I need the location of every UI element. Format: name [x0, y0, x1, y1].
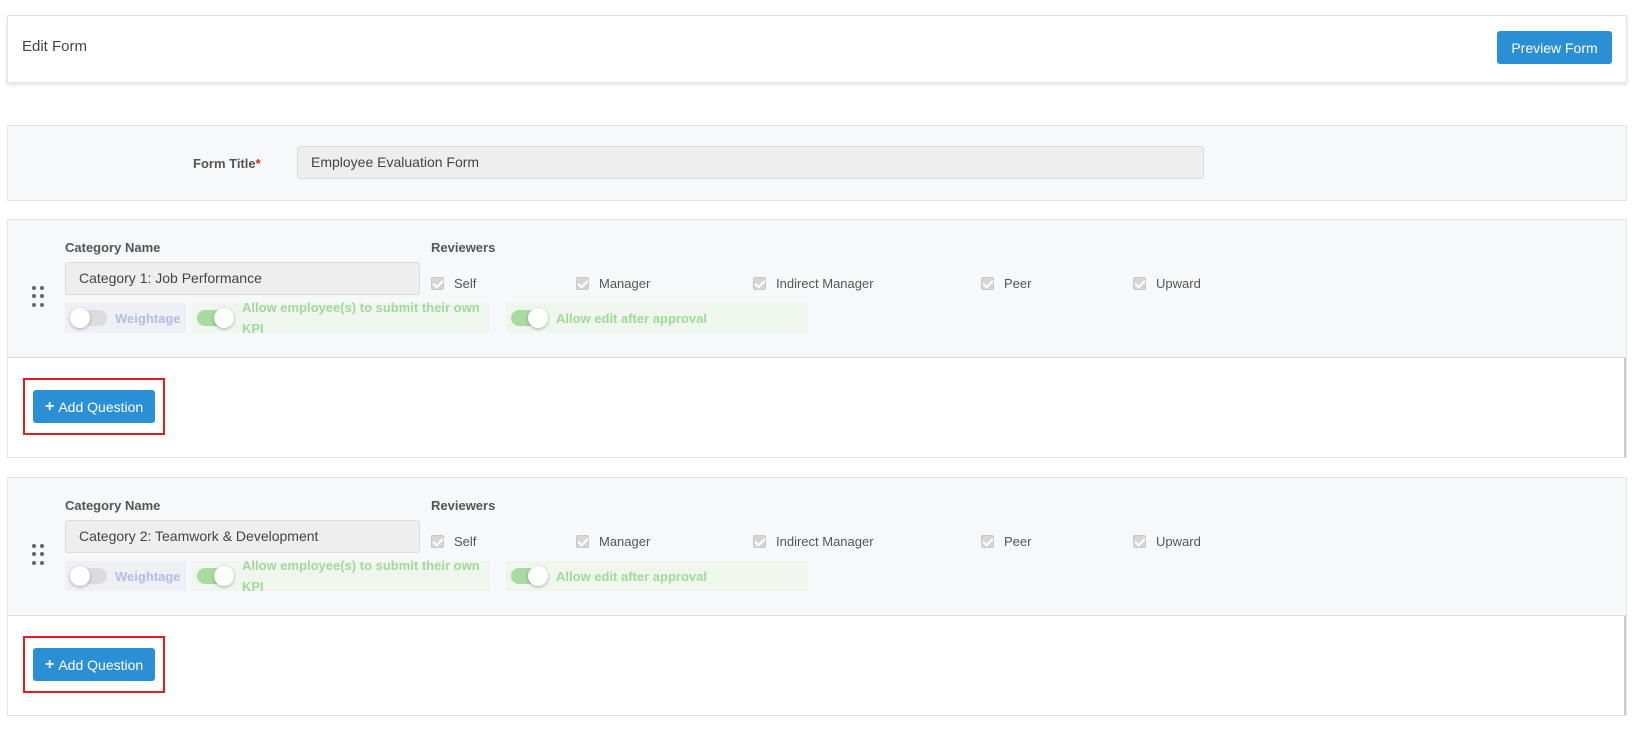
reviewer-manager-label: Manager	[599, 534, 651, 549]
reviewer-upward[interactable]: Upward	[1133, 276, 1201, 291]
category-card: Category Name Category 1: Job Performanc…	[7, 219, 1627, 458]
plus-icon: +	[45, 655, 55, 673]
reviewer-peer[interactable]: Peer	[981, 534, 1031, 549]
add-question-highlight: + Add Question	[23, 378, 166, 435]
reviewer-indirect-manager-checkbox[interactable]	[753, 277, 766, 290]
required-mark: *	[255, 156, 261, 171]
category-name-label: Category Name	[65, 498, 161, 513]
preview-form-button[interactable]: Preview Form	[1497, 31, 1612, 64]
category-header: Category Name Category 2: Teamwork & Dev…	[8, 478, 1626, 616]
reviewer-peer-checkbox[interactable]	[981, 277, 994, 290]
reviewer-manager-label: Manager	[599, 276, 651, 291]
category-name-input[interactable]: Category 2: Teamwork & Development	[65, 520, 420, 553]
reviewers-label: Reviewers	[431, 240, 496, 255]
reviewer-self[interactable]: Self	[431, 534, 476, 549]
reviewer-upward[interactable]: Upward	[1133, 534, 1201, 549]
reviewer-peer-label: Peer	[1004, 276, 1032, 291]
reviewer-self-checkbox[interactable]	[431, 277, 444, 290]
approval-toggle[interactable]	[511, 308, 548, 328]
form-title-label-text: Form Title	[193, 156, 256, 171]
reviewer-self-checkbox[interactable]	[431, 535, 444, 548]
drag-handle-icon[interactable]	[32, 286, 44, 308]
kpi-toggle-group: Allow employee(s) to submit their own KP…	[192, 558, 490, 594]
kpi-toggle[interactable]	[197, 566, 234, 586]
reviewer-indirect-manager[interactable]: Indirect Manager	[753, 276, 874, 291]
form-title-section: Form Title* Employee Evaluation Form	[7, 125, 1627, 201]
reviewer-manager[interactable]: Manager	[576, 534, 650, 549]
reviewer-manager-checkbox[interactable]	[576, 277, 589, 290]
kpi-label: Allow employee(s) to submit their own KP…	[242, 300, 480, 336]
weightage-toggle-group: Weightage	[65, 561, 186, 591]
add-question-label: Add Question	[58, 656, 144, 673]
reviewer-self[interactable]: Self	[431, 276, 476, 291]
kpi-label: Allow employee(s) to submit their own KP…	[242, 558, 480, 594]
form-title-input[interactable]: Employee Evaluation Form	[297, 146, 1204, 179]
reviewer-indirect-manager[interactable]: Indirect Manager	[753, 534, 874, 549]
weightage-toggle-group: Weightage	[65, 303, 186, 333]
category-questions: + Add Question	[8, 616, 1626, 715]
approval-toggle-group: Allow edit after approval	[506, 303, 808, 333]
reviewer-self-label: Self	[454, 534, 477, 549]
weightage-label: Weightage	[115, 310, 181, 326]
plus-icon: +	[45, 397, 55, 415]
page-title: Edit Form	[22, 38, 88, 55]
weightage-label: Weightage	[115, 568, 181, 584]
add-question-label: Add Question	[58, 398, 144, 415]
reviewers-label: Reviewers	[431, 498, 496, 513]
category-header: Category Name Category 1: Job Performanc…	[8, 220, 1626, 358]
reviewer-manager[interactable]: Manager	[576, 276, 650, 291]
weightage-toggle[interactable]	[70, 308, 107, 328]
reviewer-peer[interactable]: Peer	[981, 276, 1031, 291]
reviewer-indirect-manager-label: Indirect Manager	[776, 534, 874, 549]
reviewer-upward-label: Upward	[1156, 534, 1201, 549]
page-header: Edit Form Preview Form	[7, 15, 1627, 83]
reviewer-manager-checkbox[interactable]	[576, 535, 589, 548]
reviewer-indirect-manager-checkbox[interactable]	[753, 535, 766, 548]
add-question-button[interactable]: + Add Question	[33, 390, 156, 423]
category-name-input[interactable]: Category 1: Job Performance	[65, 262, 420, 295]
reviewer-upward-checkbox[interactable]	[1133, 535, 1146, 548]
approval-label: Allow edit after approval	[556, 310, 707, 326]
kpi-toggle-group: Allow employee(s) to submit their own KP…	[192, 300, 490, 336]
reviewer-upward-checkbox[interactable]	[1133, 277, 1146, 290]
reviewer-peer-checkbox[interactable]	[981, 535, 994, 548]
drag-handle-icon[interactable]	[32, 544, 44, 566]
category-card: Category Name Category 2: Teamwork & Dev…	[7, 477, 1627, 716]
add-question-highlight: + Add Question	[23, 636, 166, 693]
reviewer-self-label: Self	[454, 276, 477, 291]
kpi-toggle[interactable]	[197, 308, 234, 328]
form-title-label: Form Title*	[193, 156, 261, 171]
weightage-toggle[interactable]	[70, 566, 107, 586]
approval-toggle[interactable]	[511, 566, 548, 586]
add-question-button[interactable]: + Add Question	[33, 648, 156, 681]
approval-toggle-group: Allow edit after approval	[506, 561, 808, 591]
category-questions: + Add Question	[8, 358, 1626, 457]
reviewer-peer-label: Peer	[1004, 534, 1032, 549]
reviewer-upward-label: Upward	[1156, 276, 1201, 291]
category-name-label: Category Name	[65, 240, 161, 255]
reviewer-indirect-manager-label: Indirect Manager	[776, 276, 874, 291]
approval-label: Allow edit after approval	[556, 568, 707, 584]
